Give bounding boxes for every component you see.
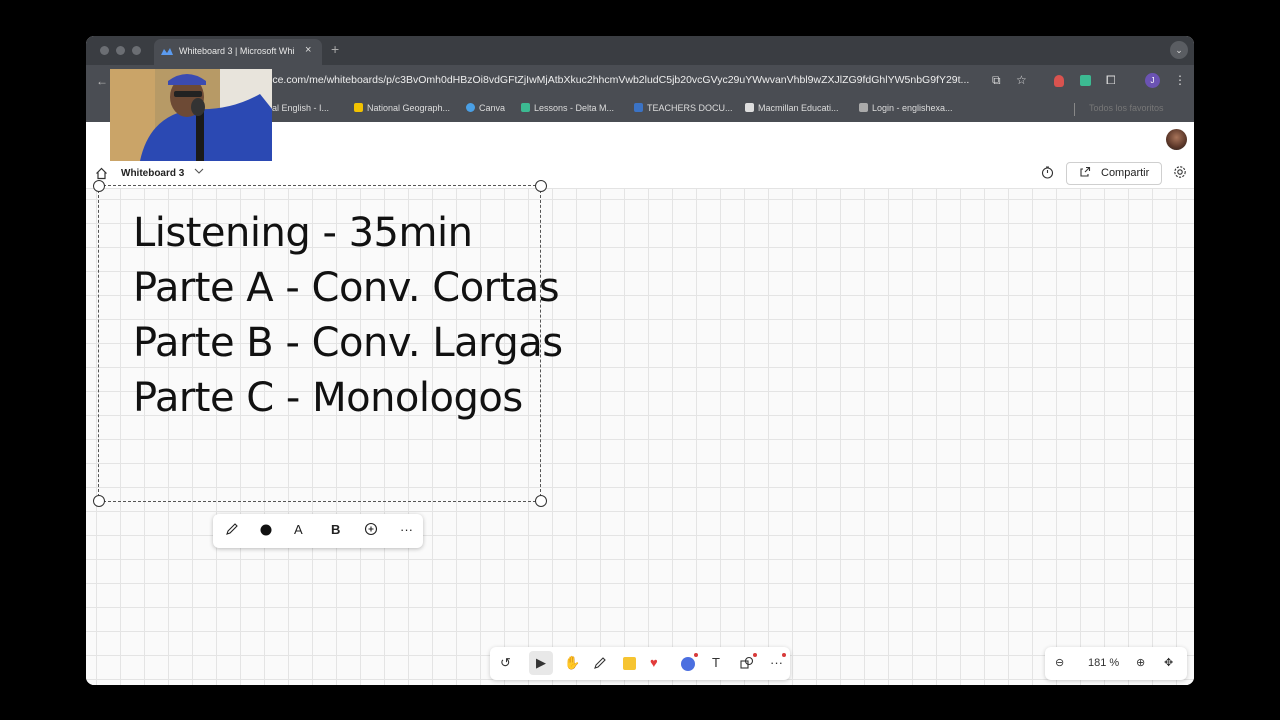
tab-close-icon[interactable]: × [305, 44, 311, 56]
reaction-heart-icon[interactable]: ♥ [650, 655, 658, 670]
bookmark-item[interactable]: Macmillan Educati... [745, 103, 839, 113]
window-maximize-dot[interactable] [132, 46, 141, 55]
text-tool-icon[interactable]: T [712, 655, 720, 670]
text-line: Parte A - Conv. Cortas [133, 265, 560, 311]
notification-dot [694, 653, 698, 657]
resize-handle[interactable] [535, 180, 547, 192]
text-context-toolbar: A B ··· [213, 514, 423, 548]
more-options-icon[interactable]: ··· [400, 522, 413, 537]
bookmark-item[interactable]: Canva [466, 103, 505, 113]
board-title[interactable]: Whiteboard 3 [121, 168, 184, 179]
bookmark-icon [354, 103, 363, 112]
tab-whiteboard[interactable]: Whiteboard 3 | Microsoft Whi × [154, 39, 322, 65]
bookmark-icon [466, 103, 475, 112]
hand-pan-icon[interactable]: ✋ [564, 655, 580, 671]
pen-icon[interactable] [593, 656, 607, 670]
whiteboard-canvas[interactable]: Listening - 35min Parte A - Conv. Cortas… [86, 180, 1194, 685]
user-avatar[interactable] [1166, 129, 1187, 150]
bookmark-item[interactable]: eral English - I... [264, 103, 329, 113]
shapes-icon[interactable] [740, 656, 754, 670]
tab-bar: Whiteboard 3 | Microsoft Whi × + ⌄ [86, 36, 1194, 65]
add-reaction-icon[interactable] [364, 522, 378, 536]
zoom-controls: ⊖ 181 % ⊕ ✥ [1045, 647, 1187, 680]
gear-icon[interactable] [1173, 165, 1187, 179]
extension-mic-icon[interactable] [1054, 75, 1064, 87]
bookmark-icon [634, 103, 643, 112]
text-selection-box[interactable]: Listening - 35min Parte A - Conv. Cortas… [93, 180, 563, 507]
share-button[interactable]: Compartir [1066, 162, 1162, 185]
bookmarks-divider [1074, 103, 1075, 116]
text-line: Parte C - Monologos [133, 375, 523, 421]
webcam-overlay [110, 69, 272, 161]
sticky-note-icon[interactable] [623, 657, 636, 670]
fit-to-screen-icon[interactable]: ✥ [1164, 656, 1173, 669]
bookmark-icon [859, 103, 868, 112]
zoom-out-icon[interactable]: ⊖ [1055, 656, 1064, 669]
presenter-video-image [110, 69, 272, 161]
select-pointer-icon[interactable]: ▶ [529, 651, 553, 675]
chevron-down-icon[interactable] [194, 166, 204, 176]
comment-bubble-icon[interactable] [681, 657, 695, 671]
notification-dot [753, 653, 757, 657]
extension-green-icon[interactable] [1080, 75, 1091, 86]
text-line: Parte B - Conv. Largas [133, 320, 563, 366]
zoom-in-icon[interactable]: ⊕ [1136, 656, 1145, 669]
pencil-edit-icon[interactable] [225, 522, 239, 536]
browser-menu-icon[interactable]: ⋮ [1174, 73, 1186, 87]
resize-handle[interactable] [535, 495, 547, 507]
whiteboard-text[interactable]: Listening - 35min Parte A - Conv. Cortas… [133, 206, 563, 426]
install-app-icon[interactable]: ⧉ [992, 73, 1001, 88]
resize-handle[interactable] [93, 180, 105, 192]
new-tab-icon[interactable]: + [331, 41, 339, 57]
whiteboard-favicon-icon [161, 48, 173, 55]
undo-icon[interactable]: ↺ [500, 655, 511, 671]
bottom-toolbar: ↺ ▶ ✋ ♥ T ··· [490, 647, 790, 680]
window-close-dot[interactable] [100, 46, 109, 55]
timer-icon[interactable] [1041, 166, 1054, 179]
font-size-icon[interactable]: A [294, 522, 303, 537]
more-tools-icon[interactable]: ··· [770, 655, 783, 670]
bookmark-item[interactable]: TEACHERS DOCU... [634, 103, 733, 113]
extensions-puzzle-icon[interactable]: ⧠ [1106, 73, 1116, 88]
address-bar[interactable]: ice.com/me/whiteboards/p/c3BvOmh0dHBzOi8… [270, 74, 980, 86]
tab-title: Whiteboard 3 | Microsoft Whi [179, 46, 295, 56]
bookmark-icon [745, 103, 754, 112]
zoom-level[interactable]: 181 % [1088, 657, 1119, 669]
bookmark-star-icon[interactable]: ☆ [1016, 73, 1027, 87]
bookmark-item[interactable]: Login - englishexa... [859, 103, 953, 113]
notification-dot [782, 653, 786, 657]
tab-search-icon[interactable]: ⌄ [1170, 41, 1188, 59]
text-line: Listening - 35min [133, 210, 473, 256]
resize-handle[interactable] [93, 495, 105, 507]
window-minimize-dot[interactable] [116, 46, 125, 55]
bold-icon[interactable]: B [331, 522, 340, 537]
color-dot-icon[interactable] [260, 524, 272, 536]
share-icon [1080, 166, 1091, 177]
share-label: Compartir [1101, 167, 1150, 179]
all-bookmarks-link[interactable]: Todos los favoritos [1089, 103, 1164, 113]
bookmark-item[interactable]: Lessons - Delta M... [521, 103, 614, 113]
bookmark-item[interactable]: National Geograph... [354, 103, 450, 113]
profile-avatar[interactable]: J [1145, 73, 1160, 88]
bookmark-icon [521, 103, 530, 112]
back-arrow-icon[interactable]: ← [96, 74, 108, 88]
home-icon[interactable] [95, 167, 108, 180]
